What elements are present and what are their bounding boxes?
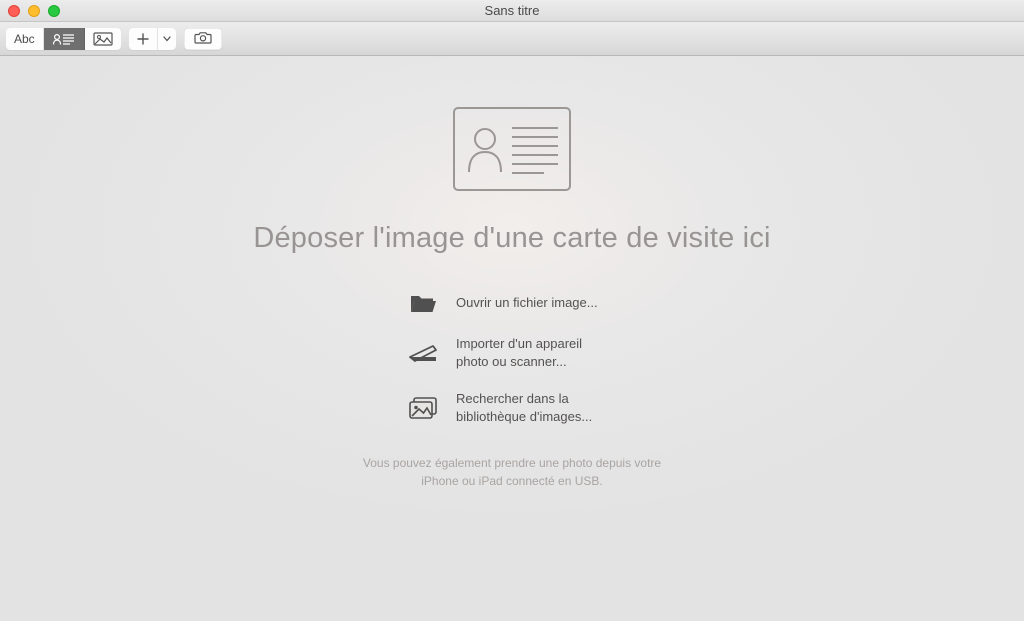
footer-note: Vous pouvez également prendre une photo … <box>352 455 672 490</box>
add-segmented <box>129 28 176 50</box>
add-button[interactable] <box>129 28 158 50</box>
image-mode-button[interactable] <box>85 28 121 50</box>
close-window-button[interactable] <box>8 5 20 17</box>
camera-button[interactable] <box>184 28 222 50</box>
open-file-label: Ouvrir un fichier image... <box>456 294 598 312</box>
action-list: Ouvrir un fichier image... Importer d'un… <box>408 291 616 425</box>
minimize-window-button[interactable] <box>28 5 40 17</box>
contact-card-icon <box>52 32 76 46</box>
window-titlebar: Sans titre <box>0 0 1024 22</box>
text-mode-button[interactable]: Abc <box>6 28 44 50</box>
drop-zone-headline: Déposer l'image d'une carte de visite ic… <box>253 222 770 255</box>
zoom-window-button[interactable] <box>48 5 60 17</box>
toolbar: Abc <box>0 22 1024 56</box>
camera-icon <box>194 31 212 47</box>
window-controls <box>0 5 60 17</box>
chevron-down-icon <box>163 36 171 42</box>
add-dropdown-button[interactable] <box>158 28 176 50</box>
image-icon <box>93 32 113 46</box>
view-mode-segmented: Abc <box>6 28 121 50</box>
plus-icon <box>137 33 149 45</box>
main-drop-zone[interactable]: Déposer l'image d'une carte de visite ic… <box>0 56 1024 621</box>
contact-mode-button[interactable] <box>44 28 85 50</box>
open-file-action[interactable]: Ouvrir un fichier image... <box>408 291 616 315</box>
import-device-label: Importer d'un appareil photo ou scanner.… <box>456 335 616 370</box>
folder-open-icon <box>408 291 438 315</box>
window-title: Sans titre <box>0 3 1024 18</box>
search-library-action[interactable]: Rechercher dans la bibliothèque d'images… <box>408 390 616 425</box>
scanner-icon <box>408 341 438 365</box>
photo-library-icon <box>408 396 438 420</box>
import-device-action[interactable]: Importer d'un appareil photo ou scanner.… <box>408 335 616 370</box>
text-mode-label: Abc <box>14 32 35 46</box>
search-library-label: Rechercher dans la bibliothèque d'images… <box>456 390 616 425</box>
business-card-placeholder-icon <box>452 106 572 192</box>
